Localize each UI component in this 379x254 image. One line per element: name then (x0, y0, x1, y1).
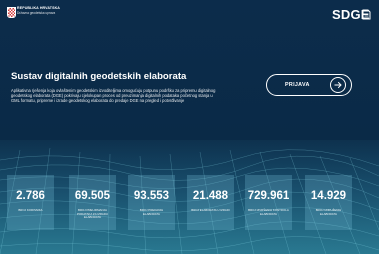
stat-value: 69.505 (74, 190, 111, 202)
stat-label: BROJ IZVRŠENIH KONTROLA ELABORATA (248, 208, 289, 216)
stat-card-controls: 729.961 BROJ IZVRŠENIH KONTROLA ELABORAT… (245, 175, 292, 230)
stat-label: BROJ ELABORATA U IZRADI (191, 208, 230, 212)
stat-value: 93.553 (133, 190, 170, 202)
stat-card-joint-elaborates: 14.929 BROJ UDRUŽENIH ELABORATA (305, 175, 352, 230)
stat-card-elaborates-in-progress: 21.488 BROJ ELABORATA U IZRADI (187, 175, 234, 230)
arrow-right-icon (330, 77, 346, 93)
stat-card-submitted-elaborates: 93.553 BROJ PREDANIH ELABORATA (128, 175, 175, 230)
stat-card-users: 2.786 BROJ KORISNIKA (7, 175, 54, 230)
stat-value: 2.786 (16, 190, 45, 202)
republic-label: REPUBLIKA HRVATSKA (17, 6, 60, 10)
stat-label: BROJ PREUZIMANJA PODATAKA ZA IZRADU ELAB… (76, 208, 109, 220)
stat-label: BROJ PREDANIH ELABORATA (139, 208, 164, 216)
stat-value: 729.961 (247, 190, 290, 202)
stat-value: 14.929 (310, 190, 347, 202)
stat-label: BROJ KORISNIKA (18, 208, 43, 212)
login-button[interactable]: PRIJAVA (266, 74, 352, 96)
document-icon (362, 9, 371, 20)
page-description: Aplikativna rješenja koja ovlaštenim geo… (11, 88, 216, 104)
agency-label: Državna geodetska uprava (17, 11, 56, 15)
login-label: PRIJAVA (285, 82, 310, 88)
stat-value: 21.488 (192, 190, 229, 202)
stat-label: BROJ UDRUŽENIH ELABORATA (315, 208, 342, 216)
croatian-coat-of-arms-icon (7, 7, 16, 18)
page-title: Sustav digitalnih geodetskih elaborata (11, 71, 187, 82)
stat-card-data-downloads: 69.505 BROJ PREUZIMANJA PODATAKA ZA IZRA… (69, 175, 116, 230)
top-bar: REPUBLIKA HRVATSKA Državna geodetska upr… (0, 0, 379, 28)
